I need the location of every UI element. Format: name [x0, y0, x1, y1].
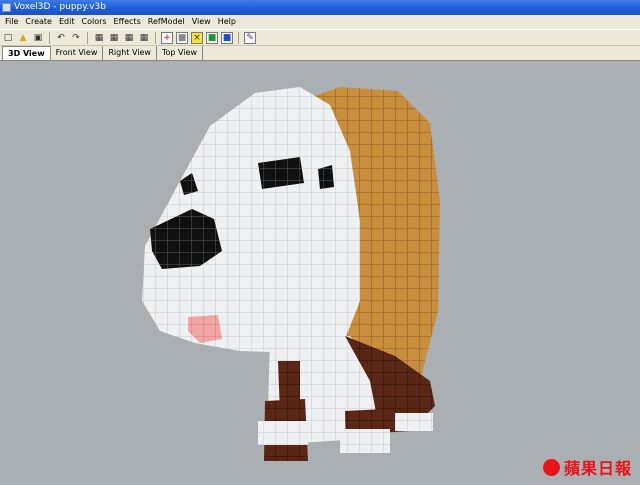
- apple-logo-icon: [542, 458, 560, 476]
- save-icon[interactable]: ▣: [32, 32, 44, 44]
- open-folder-icon[interactable]: ▲: [17, 32, 29, 44]
- toolbar-separator: [155, 31, 156, 44]
- menu-view[interactable]: View: [189, 15, 215, 29]
- undo-icon[interactable]: ↶: [55, 32, 67, 44]
- delete-voxel-icon[interactable]: ×: [191, 31, 203, 44]
- watermark: 蘋果日報: [542, 455, 632, 479]
- app-icon: [2, 3, 11, 12]
- back-paw: [395, 413, 433, 431]
- title-bar: Voxel3D - puppy.v3b: [0, 0, 640, 15]
- color-picker-icon[interactable]: ■: [221, 31, 233, 44]
- add-voxel-icon[interactable]: +: [161, 31, 173, 44]
- menu-help[interactable]: Help: [215, 15, 240, 29]
- menu-bar: File Create Edit Colors Effects RefModel…: [0, 15, 640, 29]
- paint-icon[interactable]: ■: [206, 31, 218, 44]
- window-title: Voxel3D - puppy.v3b: [14, 2, 106, 12]
- tab-3d-view[interactable]: 3D View: [2, 46, 51, 60]
- tab-front-view[interactable]: Front View: [50, 46, 104, 60]
- grid-tool-icon[interactable]: ▦: [93, 32, 105, 44]
- tab-right-view[interactable]: Right View: [103, 46, 157, 60]
- menu-create[interactable]: Create: [22, 15, 56, 29]
- tab-top-view[interactable]: Top View: [156, 46, 203, 60]
- front-right-paw: [340, 429, 390, 453]
- grid-tool-icon[interactable]: ▦: [108, 32, 120, 44]
- toolbar: □ ▲ ▣ ↶ ↷ ▦ ▦ ▦ ▦ + ■ × ■ ■ ✎: [0, 29, 640, 46]
- toolbar-separator: [238, 31, 239, 44]
- menu-colors[interactable]: Colors: [78, 15, 110, 29]
- menu-refmodel[interactable]: RefModel: [145, 15, 189, 29]
- toolbar-separator: [49, 31, 50, 44]
- new-file-icon[interactable]: □: [2, 32, 14, 44]
- select-tool-icon[interactable]: ■: [176, 31, 188, 44]
- menu-effects[interactable]: Effects: [111, 15, 145, 29]
- voxel-model-canvas: [142, 87, 440, 461]
- pencil-tool-icon[interactable]: ✎: [244, 31, 256, 44]
- view-tabs: 3D View Front View Right View Top View: [0, 46, 640, 61]
- redo-icon[interactable]: ↷: [70, 32, 82, 44]
- menu-edit[interactable]: Edit: [56, 15, 79, 29]
- grid-tool-icon[interactable]: ▦: [138, 32, 150, 44]
- 3d-viewport[interactable]: 蘋果日報: [0, 61, 640, 485]
- right-eye: [318, 165, 334, 189]
- front-left-paw: [258, 421, 308, 445]
- grid-tool-icon[interactable]: ▦: [123, 32, 135, 44]
- menu-file[interactable]: File: [2, 15, 22, 29]
- toolbar-separator: [87, 31, 88, 44]
- watermark-text: 蘋果日報: [563, 459, 632, 478]
